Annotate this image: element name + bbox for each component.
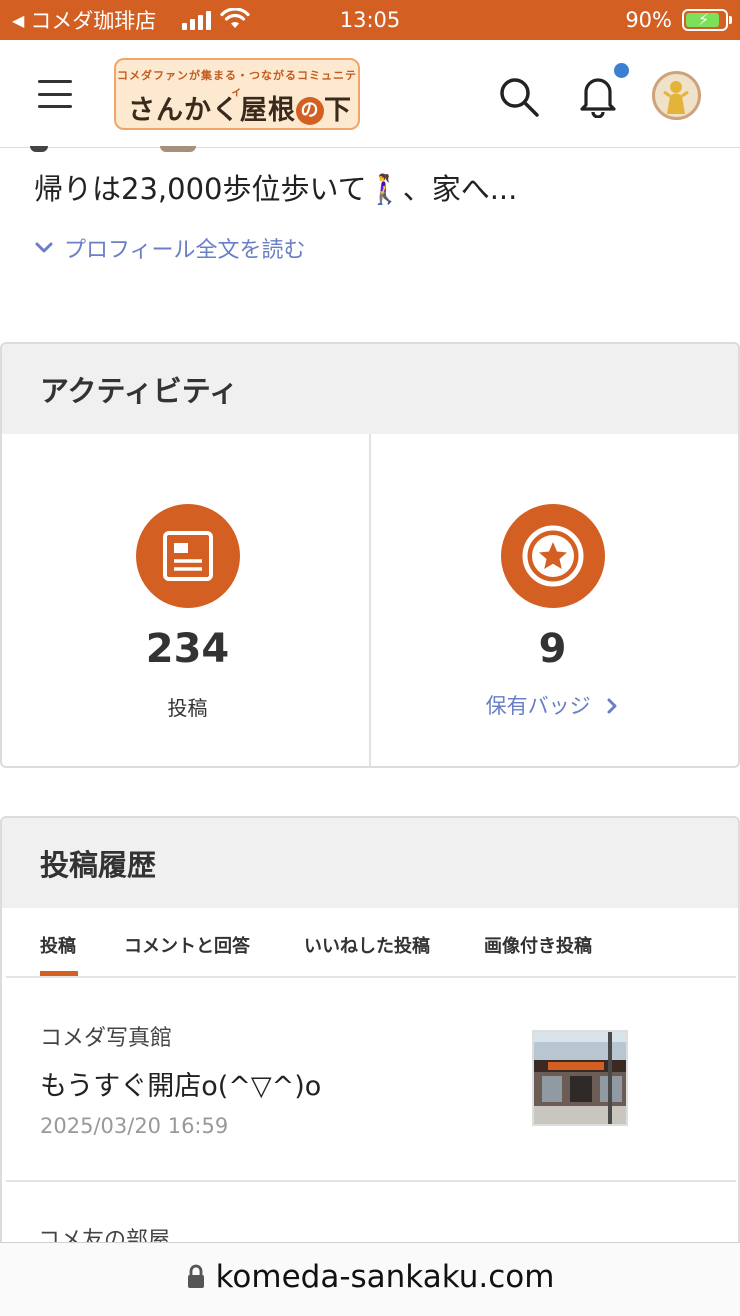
list-item[interactable]: コメダ写真館 もうすぐ開店o(^▽^)o 2025/03/20 16:59	[6, 980, 736, 1182]
posts-count: 234	[145, 626, 230, 672]
post-history-title: 投稿履歴	[2, 818, 738, 908]
document-icon	[135, 504, 240, 608]
url-text: komeda-sankaku.com	[215, 1259, 555, 1295]
tab-liked-posts[interactable]: いいねした投稿	[304, 932, 430, 958]
notification-dot	[614, 63, 629, 78]
bell-icon[interactable]	[578, 72, 618, 118]
read-full-profile-label: プロフィール全文を読む	[64, 238, 306, 263]
posts-label: 投稿	[167, 696, 208, 720]
star-badge-icon	[500, 504, 605, 608]
chevron-right-icon	[607, 698, 617, 714]
posts-stat[interactable]: 234 投稿	[6, 434, 371, 766]
activity-title: アクティビティ	[2, 344, 738, 434]
chevron-down-icon	[35, 242, 53, 253]
post-title: もうすぐ開店o(^▽^)o	[40, 1071, 322, 1102]
badges-label: 保有バッジ	[485, 694, 591, 718]
battery-percent: 90%	[625, 8, 672, 32]
status-bar: ◀ コメダ珈琲店 13:05 90% ⚡	[0, 0, 740, 40]
post-thumbnail[interactable]	[532, 1030, 628, 1126]
read-full-profile-link[interactable]: プロフィール全文を読む	[34, 232, 306, 264]
post-category: コメダ写真館	[40, 1026, 173, 1051]
logo-title: さんかく屋根の下	[128, 95, 352, 126]
battery-icon: ⚡	[682, 9, 732, 31]
site-logo[interactable]: コメダファンが集まる・つながるコミュニティ さんかく屋根の下	[114, 58, 360, 130]
avatar[interactable]	[652, 71, 701, 120]
badges-link[interactable]: 保有バッジ	[371, 690, 734, 720]
browser-url-bar[interactable]: komeda-sankaku.com	[0, 1242, 740, 1316]
profile-bio: 帰りは23,000歩位歩いて🚶‍♀️、家へ...	[34, 172, 518, 206]
post-date: 2025/03/20 16:59	[40, 1114, 229, 1138]
badges-count: 9	[538, 626, 567, 672]
tab-image-posts[interactable]: 画像付き投稿	[484, 932, 592, 958]
menu-icon[interactable]	[38, 80, 72, 108]
badges-stat[interactable]: 9 保有バッジ	[371, 434, 734, 766]
tab-comments-answers[interactable]: コメントと回答	[124, 932, 250, 958]
lock-icon	[187, 1264, 204, 1288]
activity-card: アクティビティ 234 投稿 9 保有バッジ	[0, 342, 740, 768]
avatar-figure-icon	[663, 81, 689, 114]
history-tabs: 投稿 コメントと回答 いいねした投稿 画像付き投稿	[6, 908, 736, 978]
active-tab-indicator	[40, 971, 78, 976]
search-icon[interactable]	[498, 76, 540, 118]
profile-image-crop	[30, 146, 200, 154]
tab-posts[interactable]: 投稿	[40, 932, 76, 958]
site-header: コメダファンが集まる・つながるコミュニティ さんかく屋根の下	[0, 40, 740, 148]
